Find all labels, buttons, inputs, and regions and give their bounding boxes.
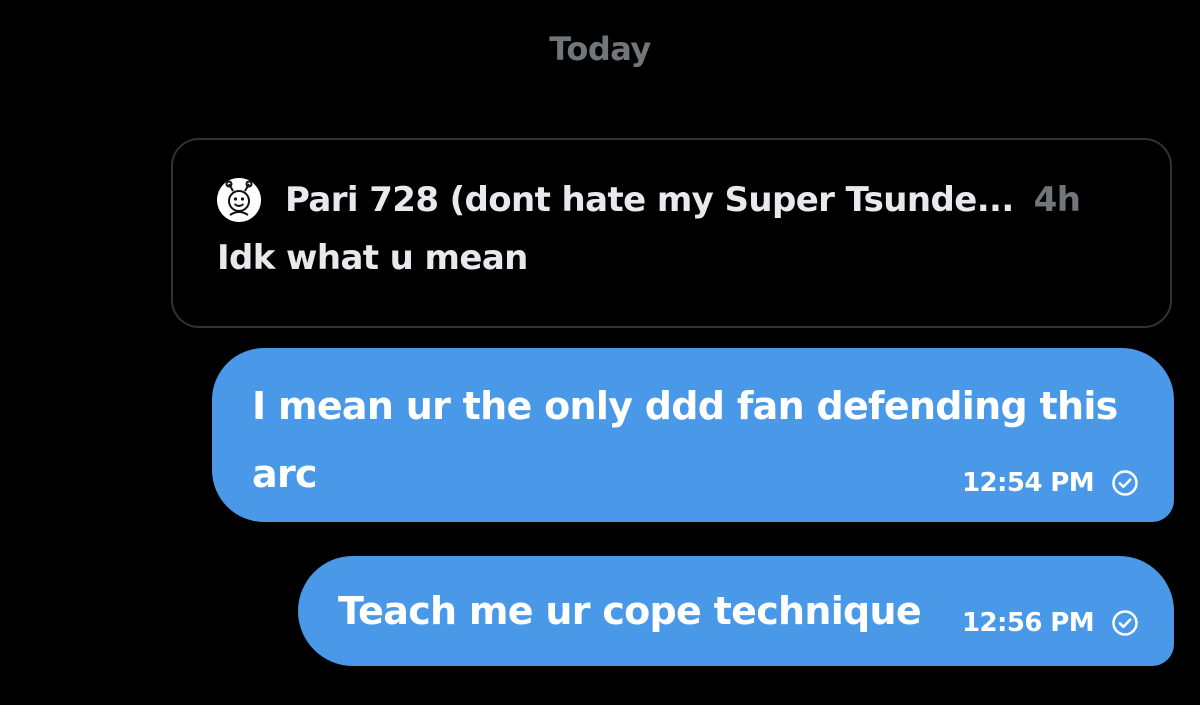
replied-message-age: 4h <box>1033 180 1081 220</box>
check-circle-icon <box>1110 468 1140 498</box>
smiling-robot-avatar-icon <box>217 178 261 222</box>
replied-message-text: Idk what u mean <box>217 238 528 278</box>
message-meta: 12:56 PM <box>962 608 1140 638</box>
replied-message-preview[interactable]: Pari 728 (dont hate my Super Tsunde... 4… <box>171 138 1172 328</box>
avatar[interactable] <box>217 178 261 222</box>
message-timestamp: 12:54 PM <box>962 468 1095 498</box>
message-timestamp: 12:56 PM <box>962 608 1095 638</box>
message-text: Teach me ur cope technique <box>338 589 922 633</box>
replied-message-header: Pari 728 (dont hate my Super Tsunde... 4… <box>217 178 1137 222</box>
message-bubble[interactable]: Teach me ur cope technique 12:56 PM <box>298 556 1174 666</box>
message-bubble[interactable]: I mean ur the only ddd fan defending thi… <box>212 348 1174 522</box>
message-meta: 12:54 PM <box>962 468 1140 498</box>
day-separator: Today <box>549 30 651 68</box>
check-circle-icon <box>1110 608 1140 638</box>
replied-author-name: Pari 728 (dont hate my Super Tsunde... <box>285 180 1014 220</box>
